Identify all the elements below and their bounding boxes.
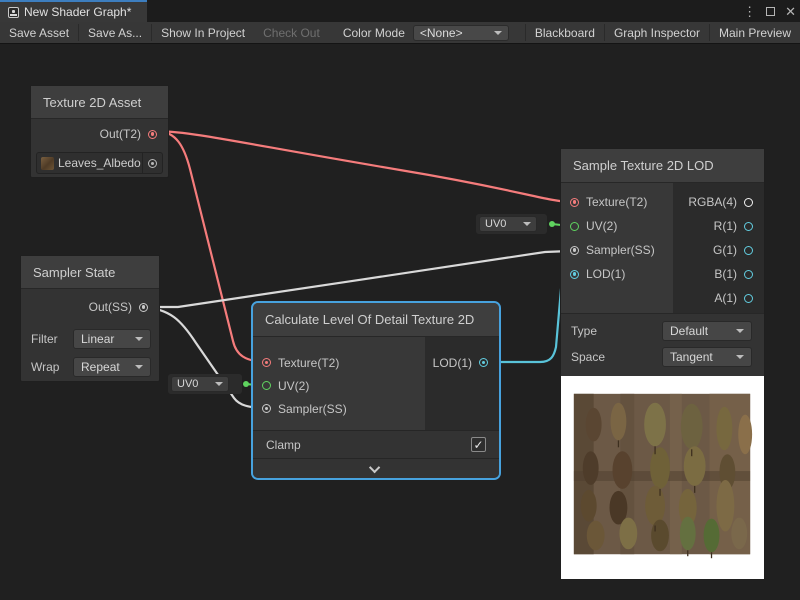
node-sampler-state[interactable]: Sampler State Out(SS) Filter Linear Wrap…	[20, 255, 160, 382]
uv-wire-dot	[549, 221, 555, 227]
node-preview-image	[561, 376, 764, 579]
save-as-button[interactable]: Save As...	[79, 22, 151, 43]
port-label-out-t2: Out(T2)	[100, 127, 141, 141]
chevron-down-icon	[215, 382, 223, 386]
space-value: Tangent	[670, 350, 713, 364]
graph-inspector-toggle-button[interactable]: Graph Inspector	[605, 22, 709, 43]
uv0-value: UV0	[177, 378, 198, 390]
shader-graph-toolbar: Save Asset Save As... Show In Project Ch…	[0, 22, 800, 44]
port-label-r: R(1)	[714, 219, 737, 233]
port-out-g[interactable]	[744, 246, 753, 255]
space-label: Space	[571, 350, 605, 364]
check-out-button: Check Out	[254, 22, 329, 43]
port-out-lod[interactable]	[479, 358, 488, 367]
filter-value: Linear	[81, 332, 114, 346]
node-title[interactable]: Sampler State	[21, 256, 159, 289]
chevron-down-icon	[494, 31, 502, 35]
port-label-sampler: Sampler(SS)	[586, 243, 655, 257]
wrap-label: Wrap	[31, 360, 59, 374]
port-label-b: B(1)	[714, 267, 737, 281]
port-label-out-ss: Out(SS)	[89, 300, 132, 314]
wrap-value: Repeat	[81, 360, 120, 374]
node-calculate-lod-texture-2d[interactable]: Calculate Level Of Detail Texture 2D Tex…	[251, 301, 501, 480]
filter-dropdown[interactable]: Linear	[73, 329, 151, 349]
port-label-uv: UV(2)	[278, 379, 309, 393]
chevron-down-icon	[523, 222, 531, 226]
filter-label: Filter	[31, 332, 58, 346]
uv-wire-dot	[243, 381, 249, 387]
object-picker-button[interactable]	[142, 153, 162, 173]
port-in-sampler[interactable]	[570, 246, 579, 255]
uv0-dropdown[interactable]: UV0	[479, 216, 537, 232]
tab-new-shader-graph[interactable]: New Shader Graph*	[0, 0, 147, 22]
tab-title: New Shader Graph*	[24, 5, 131, 19]
toolbar-spacer	[329, 22, 339, 43]
uv-channel-selector[interactable]: UV0	[476, 214, 547, 234]
port-label-texture: Texture(T2)	[586, 195, 647, 209]
type-value: Default	[670, 324, 708, 338]
shader-graph-icon	[8, 7, 19, 18]
target-picker-icon	[148, 159, 157, 168]
port-label-lod-out: LOD(1)	[433, 356, 472, 370]
chevron-down-icon	[736, 329, 744, 333]
uv0-value: UV0	[485, 218, 506, 230]
chevron-down-icon	[135, 337, 143, 341]
type-dropdown[interactable]: Default	[662, 321, 752, 341]
color-mode-dropdown[interactable]: <None>	[413, 25, 509, 41]
chevron-down-icon	[135, 365, 143, 369]
main-preview-toggle-button[interactable]: Main Preview	[710, 22, 800, 43]
port-label-a: A(1)	[714, 291, 737, 305]
window-close-button[interactable]: ✕	[785, 5, 796, 18]
port-label-g: G(1)	[713, 243, 737, 257]
port-out-t2[interactable]	[148, 130, 157, 139]
window-maximize-button[interactable]	[766, 7, 775, 16]
port-in-sampler[interactable]	[262, 404, 271, 413]
space-dropdown[interactable]: Tangent	[662, 347, 752, 367]
port-out-ss[interactable]	[139, 303, 148, 312]
color-mode-label: Color Mode	[339, 22, 413, 43]
clamp-checkbox[interactable]	[471, 437, 486, 452]
node-title[interactable]: Texture 2D Asset	[31, 86, 168, 119]
port-in-uv[interactable]	[570, 222, 579, 231]
port-label-rgba: RGBA(4)	[688, 195, 737, 209]
texture-thumbnail-icon	[41, 157, 54, 170]
port-label-sampler: Sampler(SS)	[278, 402, 347, 416]
node-collapse-button[interactable]	[253, 458, 499, 478]
uv-channel-selector[interactable]: UV0	[168, 374, 242, 394]
node-title[interactable]: Calculate Level Of Detail Texture 2D	[253, 303, 499, 337]
blackboard-toggle-button[interactable]: Blackboard	[526, 22, 604, 43]
uv0-dropdown[interactable]: UV0	[171, 376, 229, 392]
port-out-r[interactable]	[744, 222, 753, 231]
type-label: Type	[571, 324, 597, 338]
node-title[interactable]: Sample Texture 2D LOD	[561, 149, 764, 183]
port-label-uv: UV(2)	[586, 219, 617, 233]
window-titlebar: New Shader Graph* ⋮ ✕	[0, 0, 800, 22]
port-out-b[interactable]	[744, 270, 753, 279]
chevron-down-icon	[736, 355, 744, 359]
show-in-project-button[interactable]: Show In Project	[152, 22, 254, 43]
port-out-a[interactable]	[744, 294, 753, 303]
port-label-texture: Texture(T2)	[278, 356, 339, 370]
port-out-rgba[interactable]	[744, 198, 753, 207]
texture-object-field[interactable]: Leaves_Albedo	[36, 152, 163, 174]
clamp-label: Clamp	[266, 438, 301, 452]
wrap-dropdown[interactable]: Repeat	[73, 357, 151, 377]
window-menu-button[interactable]: ⋮	[743, 5, 756, 18]
node-texture-2d-asset[interactable]: Texture 2D Asset Out(T2) Leaves_Albedo	[30, 85, 169, 178]
port-in-lod[interactable]	[570, 270, 579, 279]
color-mode-value: <None>	[420, 26, 463, 40]
port-in-texture[interactable]	[570, 198, 579, 207]
edge-sampler-to-sample[interactable]	[143, 251, 570, 307]
toolbar-spacer	[515, 22, 525, 43]
port-in-texture[interactable]	[262, 358, 271, 367]
save-asset-button[interactable]: Save Asset	[0, 22, 78, 43]
texture-asset-name: Leaves_Albedo	[58, 156, 142, 170]
node-sample-texture-2d-lod[interactable]: Sample Texture 2D LOD Texture(T2) UV(2) …	[560, 148, 765, 580]
graph-canvas[interactable]: Texture 2D Asset Out(T2) Leaves_Albedo S…	[0, 44, 800, 600]
port-label-lod: LOD(1)	[586, 267, 625, 281]
port-in-uv[interactable]	[262, 381, 271, 390]
edge-texture-to-sample[interactable]	[158, 131, 570, 202]
chevron-down-icon	[369, 461, 380, 472]
